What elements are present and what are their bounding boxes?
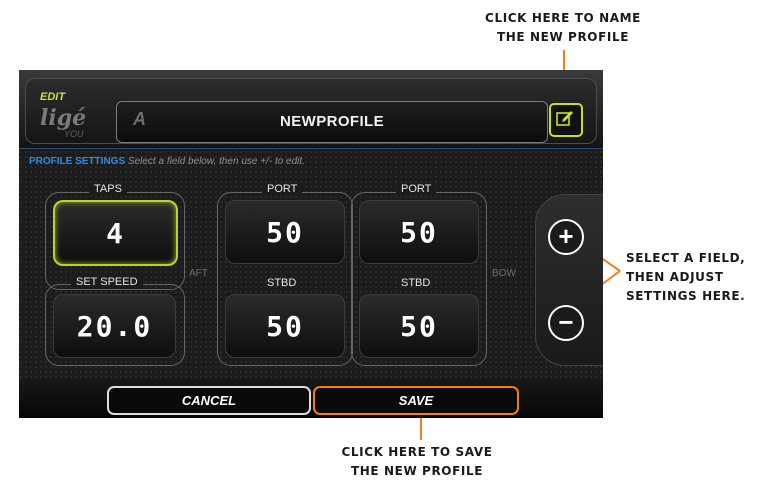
edit-name-button[interactable] [549, 103, 583, 137]
adjust-panel: + − [535, 194, 603, 366]
profile-name: NEWPROFILE [280, 113, 384, 130]
callout-name-profile: CLICK HERE TO NAME THE NEW PROFILE [485, 11, 641, 44]
footer-bar: CANCEL SAVE [19, 378, 603, 418]
callout-save-profile: CLICK HERE TO SAVE THE NEW PROFILE [341, 445, 493, 478]
set-speed-field[interactable]: 20.0 [53, 294, 176, 358]
aft-port-label: PORT [262, 183, 303, 195]
decrease-button[interactable]: − [548, 305, 584, 341]
header-bar: EDIT ligé YOU A NEWPROFILE [19, 70, 603, 149]
aft-port-value: 50 [266, 215, 304, 249]
profile-name-field[interactable]: A NEWPROFILE [116, 101, 548, 143]
bow-port-field[interactable]: 50 [359, 200, 479, 264]
settings-label: PROFILE SETTINGS [29, 156, 126, 167]
logo-edit-text: EDIT [40, 91, 66, 103]
bow-label: BOW [492, 268, 516, 279]
brand-logo: ligé [40, 105, 87, 131]
set-speed-label: SET SPEED [71, 276, 143, 288]
callout-adjust-settings: SELECT A FIELD, THEN ADJUST SETTINGS HER… [626, 251, 746, 303]
aft-label: AFT [189, 268, 208, 279]
aft-stbd-value: 50 [266, 309, 304, 343]
aft-stbd-label: STBD [267, 277, 297, 289]
leader-line-save [420, 418, 422, 440]
taps-label: TAPS [89, 183, 127, 195]
pencil-edit-icon [556, 111, 573, 126]
header-frame: EDIT ligé YOU A NEWPROFILE [25, 78, 597, 144]
aft-stbd-field[interactable]: 50 [225, 294, 345, 358]
set-speed-value: 20.0 [76, 309, 153, 343]
cancel-button[interactable]: CANCEL [107, 386, 311, 415]
bow-stbd-label: STBD [401, 277, 431, 289]
settings-instructions: PROFILE SETTINGS Select a field below, t… [29, 156, 305, 167]
bow-stbd-field[interactable]: 50 [359, 294, 479, 358]
logo-you-text: YOU [64, 129, 84, 139]
save-button[interactable]: SAVE [313, 386, 519, 415]
increase-button[interactable]: + [548, 219, 584, 255]
bow-port-label: PORT [396, 183, 437, 195]
taps-field[interactable]: 4 [53, 200, 178, 266]
bow-port-value: 50 [400, 215, 438, 249]
settings-hint: Select a field below, then use +/- to ed… [127, 156, 305, 167]
aft-port-field[interactable]: 50 [225, 200, 345, 264]
device-screen: EDIT ligé YOU A NEWPROFILE PROFILE SETTI… [19, 70, 603, 418]
taps-value: 4 [106, 216, 125, 250]
bow-stbd-value: 50 [400, 309, 438, 343]
